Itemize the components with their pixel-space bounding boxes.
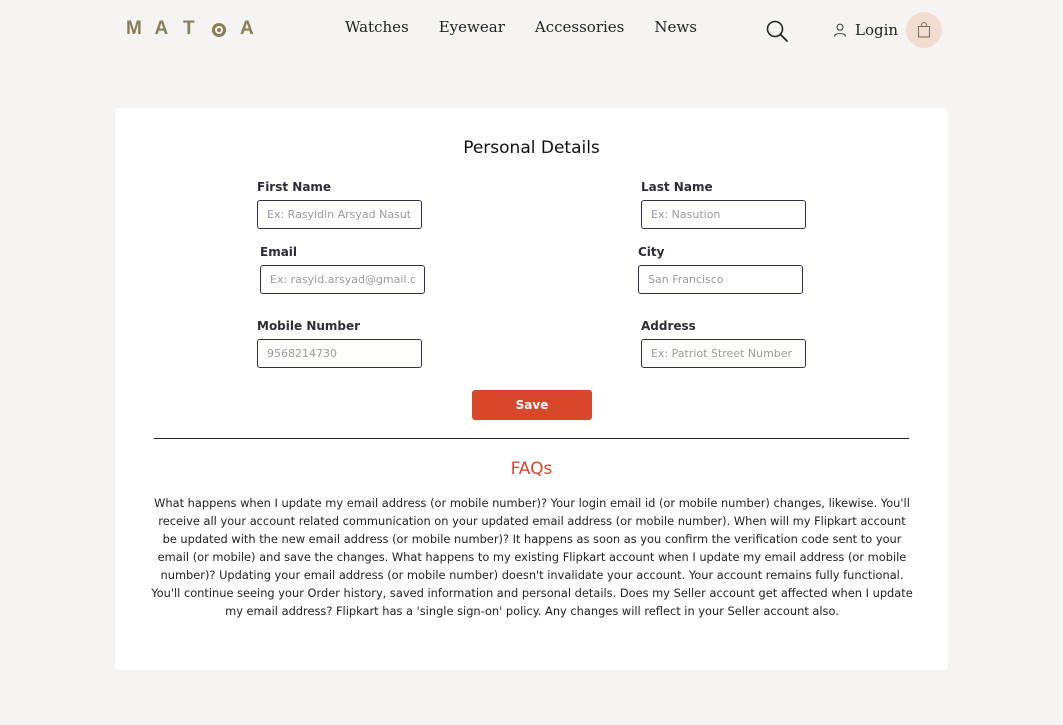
- city-group: City: [638, 245, 803, 294]
- address-field[interactable]: [641, 339, 806, 368]
- brand-logo[interactable]: M A T A: [126, 18, 269, 40]
- city-field[interactable]: [638, 265, 803, 294]
- login-label: Login: [855, 21, 899, 39]
- first-name-label: First Name: [257, 180, 332, 194]
- mobile-label: Mobile Number: [257, 319, 361, 333]
- mobile-group: Mobile Number: [257, 319, 422, 368]
- email-field[interactable]: [260, 265, 425, 294]
- address-label: Address: [641, 319, 696, 333]
- faq-text: What happens when I update my email addr…: [151, 496, 913, 618]
- logo-letter: [211, 23, 226, 37]
- user-icon: [833, 23, 847, 37]
- first-name-group: First Name: [257, 180, 422, 229]
- first-name-field[interactable]: [257, 200, 422, 229]
- logo-letter: A: [154, 18, 169, 39]
- shopping-bag-icon: [918, 22, 930, 38]
- nav-item-eyewear[interactable]: Eyewear: [439, 18, 505, 36]
- personal-details-card: Personal Details First Name Last Name Em…: [115, 108, 948, 670]
- last-name-label: Last Name: [641, 180, 713, 194]
- search-icon[interactable]: [766, 20, 788, 42]
- page-title: Personal Details: [463, 138, 600, 158]
- logo-letter: M: [126, 18, 142, 39]
- mobile-number-field[interactable]: [257, 339, 422, 368]
- nav-item-news[interactable]: News: [654, 18, 697, 36]
- email-label: Email: [260, 245, 298, 259]
- main-nav: Watches Eyewear Accessories News: [345, 18, 697, 36]
- nav-item-accessories[interactable]: Accessories: [535, 18, 624, 36]
- last-name-group: Last Name: [641, 180, 806, 229]
- cart-button[interactable]: [906, 12, 942, 48]
- address-group: Address: [641, 319, 806, 368]
- last-name-field[interactable]: [641, 200, 806, 229]
- logo-letter: T: [183, 18, 195, 39]
- logo-letter: A: [240, 18, 254, 39]
- login-link[interactable]: Login: [833, 21, 898, 39]
- save-button[interactable]: Save: [472, 390, 592, 420]
- faq-title: FAQs: [510, 459, 553, 479]
- city-label: City: [638, 245, 665, 259]
- divider: [154, 438, 909, 439]
- nav-item-watches[interactable]: Watches: [345, 18, 409, 36]
- email-group: Email: [260, 245, 425, 294]
